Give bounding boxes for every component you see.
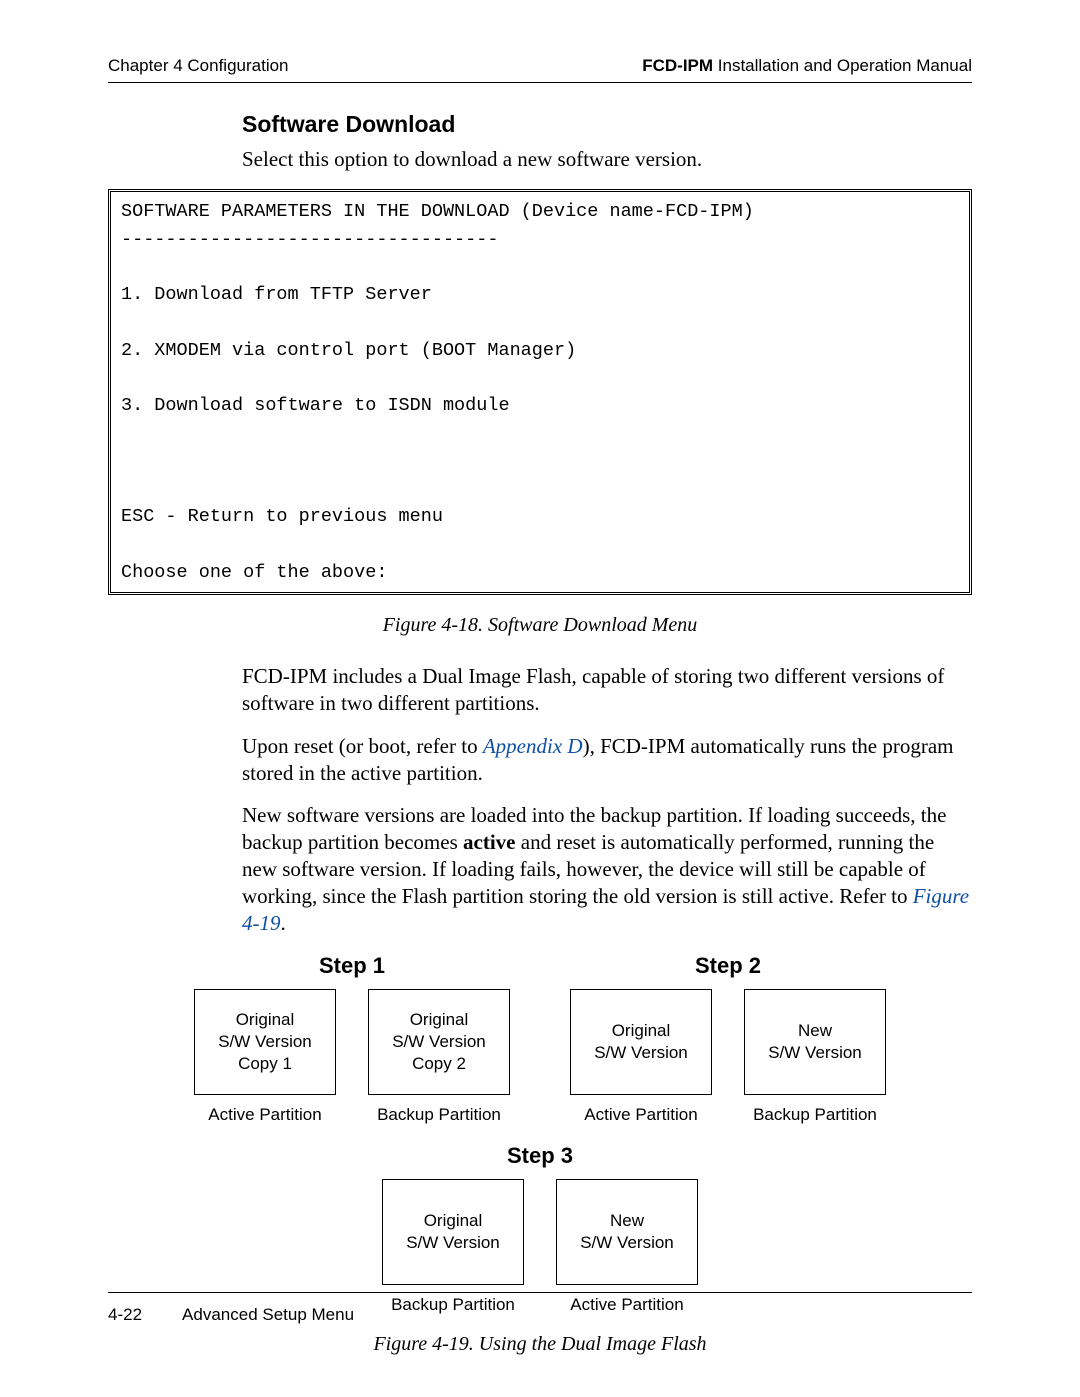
partition-box: New S/W Version: [744, 989, 886, 1095]
step-1-group: Step 1 Original S/W Version Copy 1 Activ…: [194, 953, 510, 1125]
figure-4-19-caption: Figure 4-19. Using the Dual Image Flash: [108, 1333, 972, 1356]
paragraph-reset: Upon reset (or boot, refer to Appendix D…: [242, 733, 972, 787]
header-left: Chapter 4 Configuration: [108, 56, 289, 76]
intro-text: Select this option to download a new sof…: [242, 146, 972, 173]
partition-box: Original S/W Version Copy 2: [368, 989, 510, 1095]
header-subtitle: Installation and Operation Manual: [713, 56, 972, 75]
page-number: 4-22: [108, 1305, 142, 1325]
appendix-d-link[interactable]: Appendix D: [483, 734, 583, 758]
footer-section-title: Advanced Setup Menu: [182, 1305, 354, 1325]
partition-box: Original S/W Version: [570, 989, 712, 1095]
step2-box-b: New S/W Version Backup Partition: [744, 989, 886, 1125]
partition-label-backup: Backup Partition: [744, 1105, 886, 1125]
paragraph-new-software: New software versions are loaded into th…: [242, 802, 972, 936]
content-block: Software Download Select this option to …: [108, 83, 972, 1356]
figure-4-18-caption: Figure 4-18. Software Download Menu: [108, 614, 972, 637]
text: Upon reset (or boot, refer to: [242, 734, 483, 758]
page: Chapter 4 Configuration FCD-IPM Installa…: [0, 0, 1080, 1397]
step1-box-b: Original S/W Version Copy 2 Backup Parti…: [368, 989, 510, 1125]
text: .: [281, 911, 286, 935]
page-footer: 4-22 Advanced Setup Menu: [108, 1292, 972, 1325]
partition-box: New S/W Version: [556, 1179, 698, 1285]
step1-box-a: Original S/W Version Copy 1 Active Parti…: [194, 989, 336, 1125]
header-right: FCD-IPM Installation and Operation Manua…: [642, 56, 972, 76]
step-3-title: Step 3: [108, 1143, 972, 1169]
terminal-screen: SOFTWARE PARAMETERS IN THE DOWNLOAD (Dev…: [108, 189, 972, 596]
page-header: Chapter 4 Configuration FCD-IPM Installa…: [108, 56, 972, 83]
partition-label-active: Active Partition: [194, 1105, 336, 1125]
paragraph-dual-image: FCD-IPM includes a Dual Image Flash, cap…: [242, 663, 972, 717]
header-product: FCD-IPM: [642, 56, 713, 75]
step-2-title: Step 2: [570, 953, 886, 979]
step-2-group: Step 2 Original S/W Version Active Parti…: [570, 953, 886, 1125]
partition-label-active: Active Partition: [570, 1105, 712, 1125]
partition-label-backup: Backup Partition: [368, 1105, 510, 1125]
partition-box: Original S/W Version Copy 1: [194, 989, 336, 1095]
step2-box-a: Original S/W Version Active Partition: [570, 989, 712, 1125]
partition-box: Original S/W Version: [382, 1179, 524, 1285]
section-title: Software Download: [242, 111, 972, 138]
active-bold: active: [463, 830, 515, 854]
step-1-title: Step 1: [194, 953, 510, 979]
